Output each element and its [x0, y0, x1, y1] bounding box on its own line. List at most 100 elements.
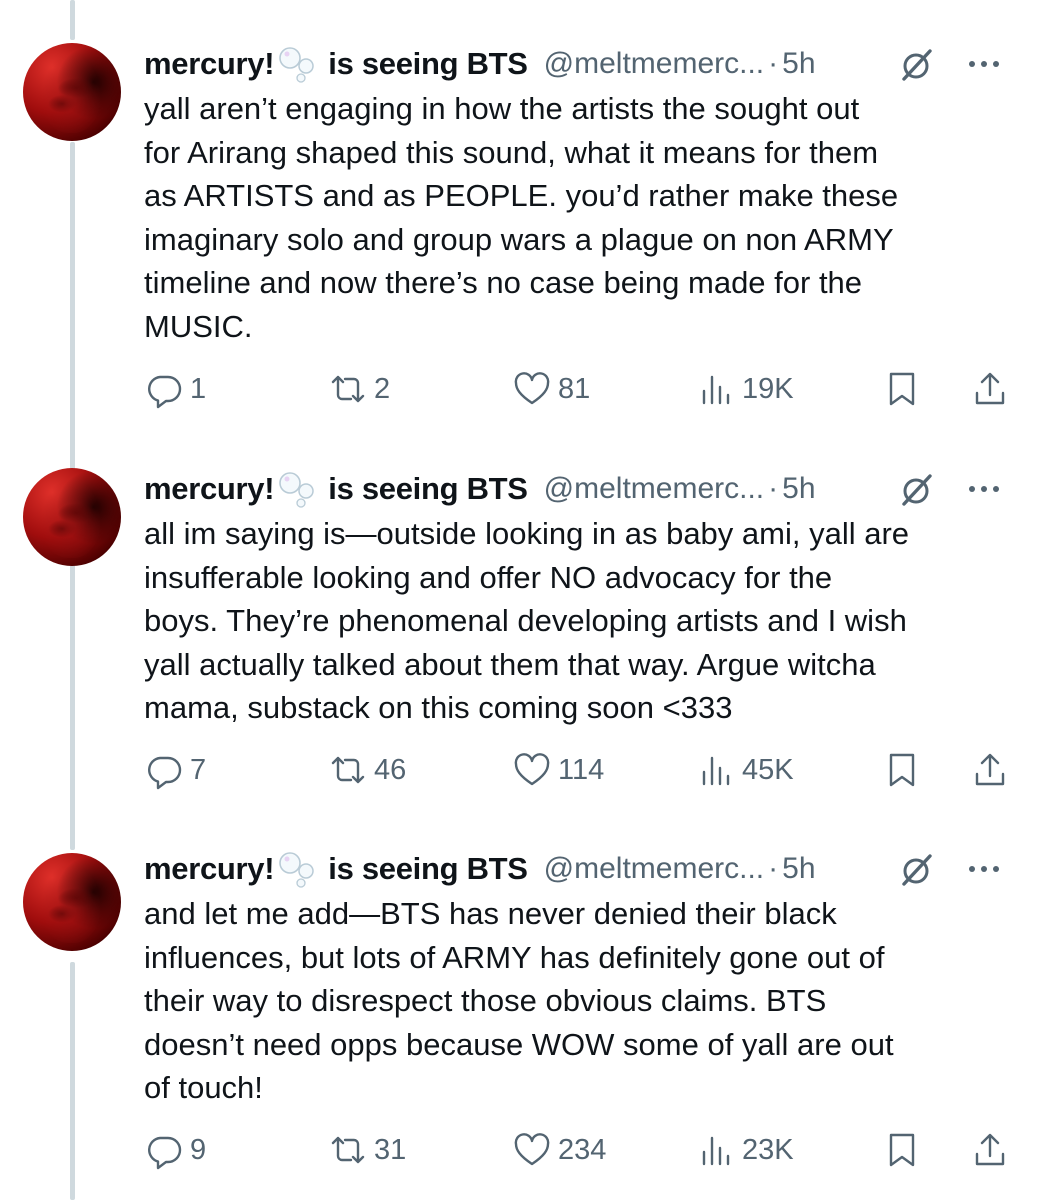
bookmark-button[interactable]	[882, 364, 922, 414]
tweet-text-line: yall aren’t engaging in how the artists …	[144, 91, 860, 126]
user-handle[interactable]: @meltmemerc...	[544, 472, 764, 506]
display-name[interactable]: mercury!	[144, 46, 275, 82]
bookmark-icon	[889, 372, 915, 406]
tweet-header: mercury! is seeing BTS @meltmemerc... · …	[144, 465, 1024, 513]
avatar[interactable]	[23, 853, 121, 951]
bookmark-icon	[889, 1133, 915, 1167]
like-button[interactable]: 81	[512, 364, 590, 414]
thread-line-1	[70, 142, 75, 472]
share-upload-icon	[975, 753, 1005, 786]
tweet-text-line: MUSIC.	[144, 308, 253, 344]
timestamp[interactable]: 5h	[782, 47, 815, 81]
repost-button[interactable]: 46	[328, 745, 406, 795]
repost-count: 46	[374, 753, 407, 786]
tweet-text-line: of touch!	[144, 1070, 263, 1105]
views-bar-chart-icon	[702, 1136, 730, 1166]
bookmark-button[interactable]	[882, 745, 922, 795]
action-bar: 9 31 234 23K	[144, 1125, 1024, 1175]
repost-arrows-icon	[331, 756, 365, 784]
views-button[interactable]: 19K	[696, 364, 794, 414]
tweet-text-line: boys. They’re phenomenal developing arti…	[144, 603, 907, 638]
tweet-text-line: for Arirang shaped this sound, what it m…	[144, 134, 879, 170]
timestamp[interactable]: 5h	[782, 472, 815, 506]
more-dots-icon[interactable]	[964, 50, 1004, 78]
repost-count: 2	[374, 372, 391, 405]
repost-arrows-icon	[331, 375, 365, 403]
tweet-text-line: as ARTISTS and as PEOPLE. you’d rather m…	[144, 178, 899, 213]
grok-slash-circle-icon[interactable]	[896, 45, 936, 85]
tweet-text-line: doesn’t need opps because WOW some of ya…	[144, 1026, 894, 1062]
tweet-text-line: their way to disrespect those obvious cl…	[144, 983, 827, 1018]
thread-line-3	[70, 962, 75, 1200]
tweet-header: mercury! is seeing BTS @meltmemerc... · …	[144, 845, 1024, 893]
timestamp[interactable]: 5h	[782, 852, 815, 886]
reply-bubble-icon	[148, 756, 182, 790]
share-upload-icon	[975, 372, 1005, 405]
separator-dot: ·	[768, 472, 779, 505]
separator-dot: ·	[768, 852, 779, 885]
reply-bubble-icon	[148, 1136, 182, 1170]
tweet-text: and let me add—BTS has never denied thei…	[144, 892, 1024, 1110]
views-button[interactable]: 45K	[696, 745, 794, 795]
tweet-text-line: influences, but lots of ARMY has definit…	[144, 939, 885, 975]
heart-icon	[514, 1133, 550, 1166]
bookmark-button[interactable]	[882, 1125, 922, 1175]
display-name[interactable]: mercury!	[144, 471, 275, 507]
thread-line-2	[70, 560, 75, 850]
grok-slash-circle-icon[interactable]	[896, 850, 936, 890]
tweet-text-line: imaginary solo and group wars a plague o…	[144, 221, 894, 257]
tweet-text-line: all im saying is—outside looking in as b…	[144, 516, 910, 551]
tweet-text-line: yall actually talked about them that way…	[144, 646, 876, 682]
heart-icon	[514, 753, 550, 786]
reply-count: 9	[190, 1133, 207, 1166]
bookmark-icon	[889, 753, 915, 787]
reply-button[interactable]: 1	[144, 364, 206, 414]
share-button[interactable]	[970, 364, 1010, 414]
grok-slash-circle-icon[interactable]	[896, 470, 936, 510]
display-name-suffix[interactable]: is seeing BTS	[328, 471, 528, 507]
display-name[interactable]: mercury!	[144, 851, 275, 887]
tweet-text: yall aren’t engaging in how the artists …	[144, 87, 1024, 348]
display-name-suffix[interactable]: is seeing BTS	[328, 46, 528, 82]
user-handle[interactable]: @meltmemerc...	[544, 852, 764, 886]
views-bar-chart-icon	[702, 375, 730, 405]
like-button[interactable]: 234	[512, 1125, 606, 1175]
more-dots-icon[interactable]	[964, 855, 1004, 883]
display-name-suffix[interactable]: is seeing BTS	[328, 851, 528, 887]
repost-button[interactable]: 2	[328, 364, 390, 414]
views-count: 23K	[742, 1133, 794, 1166]
share-upload-icon	[975, 1133, 1005, 1166]
reply-count: 1	[190, 372, 207, 405]
like-count: 234	[558, 1133, 607, 1166]
share-button[interactable]	[970, 745, 1010, 795]
separator-dot: ·	[768, 47, 779, 80]
thread-line-top	[70, 0, 75, 40]
reply-count: 7	[190, 753, 207, 786]
views-bar-chart-icon	[702, 756, 730, 786]
share-button[interactable]	[970, 1125, 1010, 1175]
tweet-text-line: mama, substack on this coming soon <333	[144, 690, 733, 725]
views-count: 45K	[742, 753, 794, 786]
bubbles-emoji-icon	[279, 472, 315, 508]
repost-button[interactable]: 31	[328, 1125, 406, 1175]
bubbles-emoji-icon	[279, 852, 315, 888]
repost-count: 31	[374, 1133, 407, 1166]
reply-button[interactable]: 7	[144, 745, 206, 795]
action-bar: 1 2 81 19K	[144, 364, 1024, 414]
views-count: 19K	[742, 372, 794, 405]
reply-button[interactable]: 9	[144, 1125, 206, 1175]
bubbles-emoji-icon	[279, 47, 315, 83]
more-dots-icon[interactable]	[964, 475, 1004, 503]
like-button[interactable]: 114	[512, 745, 604, 795]
avatar[interactable]	[23, 468, 121, 566]
tweet-text-line: insufferable looking and offer NO advoca…	[144, 559, 833, 595]
views-button[interactable]: 23K	[696, 1125, 794, 1175]
like-count: 81	[558, 372, 591, 405]
avatar[interactable]	[23, 43, 121, 141]
like-count: 114	[558, 753, 605, 786]
tweet-header: mercury! is seeing BTS @meltmemerc... · …	[144, 40, 1024, 88]
repost-arrows-icon	[331, 1136, 365, 1164]
tweet-text: all im saying is—outside looking in as b…	[144, 512, 1024, 730]
tweet-text-line: and let me add—BTS has never denied thei…	[144, 896, 837, 931]
user-handle[interactable]: @meltmemerc...	[544, 47, 764, 81]
